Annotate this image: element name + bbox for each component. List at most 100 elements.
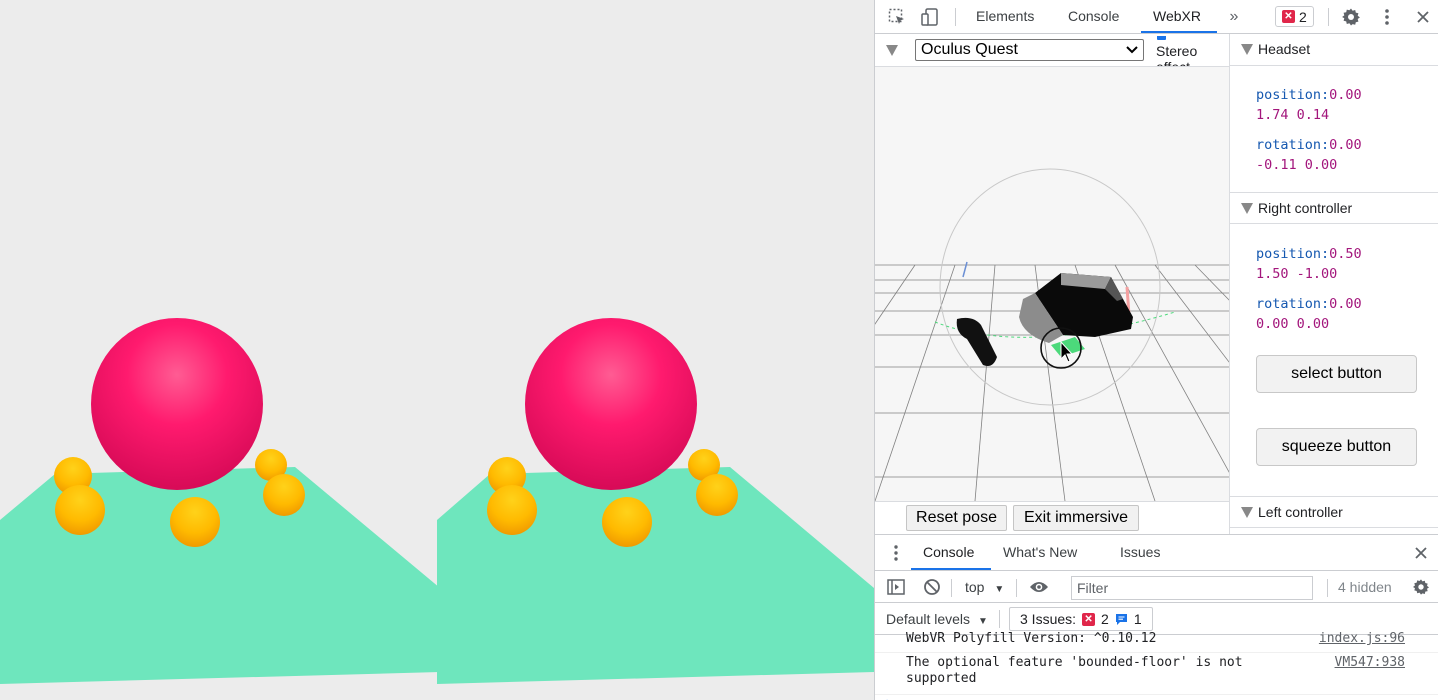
- triangle-down-icon: ▼: [994, 584, 1005, 595]
- divider: [999, 610, 1000, 628]
- position-value[interactable]: 0.50: [1329, 246, 1362, 262]
- right-controller-title: Right controller: [1258, 200, 1353, 216]
- context-select-value: top: [965, 579, 985, 595]
- position-value[interactable]: 1.50 -1.00: [1256, 266, 1337, 282]
- console-message-text: WebVR Polyfill Version: ^0.10.12: [906, 631, 1157, 646]
- console-drawer: Console What's New Issues top ▼ Filter 4…: [875, 534, 1438, 700]
- device-select[interactable]: Oculus Quest: [915, 39, 1144, 61]
- gizmo-axis: [962, 261, 968, 278]
- devtools-panel: Elements Console WebXR » ✕ 2 Oculus Ques…: [874, 0, 1438, 700]
- headset-title: Headset: [1258, 41, 1311, 57]
- double-chevron-right-icon[interactable]: »: [1219, 0, 1249, 33]
- drawer-tabbar: Console What's New Issues: [875, 535, 1438, 571]
- stereo-effect-label: Stereo effect: [1156, 43, 1198, 66]
- large-sphere: [91, 318, 263, 490]
- console-prompt-icon[interactable]: ›: [886, 694, 890, 700]
- tab-console[interactable]: Console: [1068, 0, 1119, 33]
- stereo-render: [0, 318, 874, 684]
- sidebar-toggle-icon[interactable]: [881, 571, 911, 603]
- left-controller-title: Left controller: [1258, 504, 1343, 520]
- drawer-tab-console[interactable]: Console: [911, 535, 991, 570]
- issues-message-count: 1: [1133, 611, 1142, 627]
- issues-counter[interactable]: 3 Issues: ✕ 2 1: [1009, 607, 1153, 631]
- divider: [951, 579, 952, 597]
- error-icon: ✕: [1082, 612, 1096, 626]
- right-controller-section-header[interactable]: Right controller: [1230, 192, 1438, 224]
- devtools-tabbar: Elements Console WebXR » ✕ 2: [875, 0, 1438, 34]
- small-sphere: [263, 474, 305, 516]
- pose-inspector: Headset position:0.00 1.74 0.14 rotation…: [1229, 34, 1438, 534]
- inspect-element-icon[interactable]: [882, 0, 912, 33]
- rotation-value[interactable]: -0.11 0.00: [1256, 157, 1337, 173]
- exit-immersive-button[interactable]: Exit immersive: [1013, 505, 1139, 531]
- triangle-down-icon: ▼: [977, 616, 988, 627]
- right-controller-rotation: rotation:0.00 0.00 0.00: [1256, 294, 1362, 334]
- context-select[interactable]: top ▼: [965, 571, 1004, 603]
- collapse-triangle-icon: [1241, 203, 1253, 214]
- collapse-triangle-icon: [1241, 44, 1253, 55]
- drawer-tab-issues[interactable]: Issues: [1120, 535, 1160, 570]
- filter-input[interactable]: Filter: [1071, 576, 1313, 600]
- device-scene: [875, 168, 1229, 501]
- webxr-device-bar: Oculus Quest Stereo effect: [875, 34, 1229, 67]
- device-select-value: Oculus Quest: [921, 41, 1018, 58]
- chevron-down-icon: [1126, 46, 1138, 54]
- large-sphere: [525, 318, 697, 490]
- issues-error-count: 2: [1101, 611, 1109, 627]
- stereo-effect-toggle[interactable]: Stereo effect: [1149, 36, 1225, 66]
- default-levels-label: Default levels: [886, 611, 971, 627]
- console-settings-gear-icon[interactable]: [1406, 571, 1436, 603]
- gear-icon[interactable]: [1336, 0, 1366, 33]
- message-icon: [1115, 613, 1127, 625]
- divider: [1016, 579, 1017, 597]
- tab-elements[interactable]: Elements: [976, 0, 1034, 33]
- rotation-key: rotation:: [1256, 296, 1330, 312]
- divider: [955, 8, 956, 26]
- collapse-triangle-icon: [1241, 507, 1253, 518]
- right-controller-position: position:0.50 1.50 -1.00: [1256, 244, 1362, 284]
- select-button[interactable]: select button: [1256, 355, 1417, 393]
- divider: [1327, 579, 1328, 597]
- left-controller-section-header[interactable]: Left controller: [1230, 496, 1438, 528]
- drawer-menu-icon[interactable]: [881, 535, 911, 570]
- right-eye-view: [437, 318, 874, 684]
- divider: [1328, 8, 1329, 26]
- device-toolbar-icon[interactable]: [915, 0, 945, 33]
- close-drawer-icon[interactable]: [1406, 535, 1436, 570]
- squeeze-button[interactable]: squeeze button: [1256, 428, 1417, 466]
- webxr-actions: Reset pose Exit immersive: [875, 501, 1229, 534]
- console-message-source-link[interactable]: index.js:96: [1319, 631, 1405, 647]
- error-counter[interactable]: ✕ 2: [1275, 6, 1314, 27]
- eye-icon[interactable]: [1024, 571, 1054, 603]
- console-message-source-link[interactable]: VM547:938: [1335, 655, 1405, 671]
- clear-console-icon[interactable]: [917, 571, 947, 603]
- close-icon[interactable]: [1408, 0, 1438, 33]
- webxr-scene-canvas[interactable]: [0, 0, 874, 700]
- rotation-value[interactable]: 0.00: [1329, 137, 1362, 153]
- left-eye-view: [0, 318, 440, 684]
- hidden-count: 4 hidden: [1338, 579, 1392, 595]
- collapse-triangle-icon[interactable]: [886, 45, 898, 56]
- kebab-menu-icon[interactable]: [1372, 0, 1402, 33]
- small-sphere: [487, 485, 537, 535]
- reset-pose-button[interactable]: Reset pose: [906, 505, 1007, 531]
- position-value[interactable]: 0.00: [1329, 87, 1362, 103]
- error-count: 2: [1299, 8, 1307, 25]
- rotation-value[interactable]: 0.00: [1329, 296, 1362, 312]
- headset-position: position:0.00 1.74 0.14: [1256, 85, 1362, 125]
- error-icon: ✕: [1282, 10, 1295, 23]
- rotation-value[interactable]: 0.00 0.00: [1256, 316, 1329, 332]
- console-message: The optional feature 'bounded-floor' is …: [875, 655, 1438, 695]
- rotation-key: rotation:: [1256, 137, 1330, 153]
- headset-section-header[interactable]: Headset: [1230, 34, 1438, 66]
- stereo-effect-checkbox[interactable]: [1157, 36, 1166, 40]
- tab-webxr[interactable]: WebXR: [1141, 0, 1217, 33]
- console-toolbar: top ▼ Filter 4 hidden: [875, 571, 1438, 603]
- device-3d-viewport[interactable]: [875, 67, 1229, 501]
- drawer-tab-whats-new[interactable]: What's New: [1003, 535, 1077, 570]
- position-value[interactable]: 1.74 0.14: [1256, 107, 1329, 123]
- small-sphere: [602, 497, 652, 547]
- small-sphere: [170, 497, 220, 547]
- issues-label: 3 Issues:: [1020, 611, 1077, 627]
- small-sphere: [696, 474, 738, 516]
